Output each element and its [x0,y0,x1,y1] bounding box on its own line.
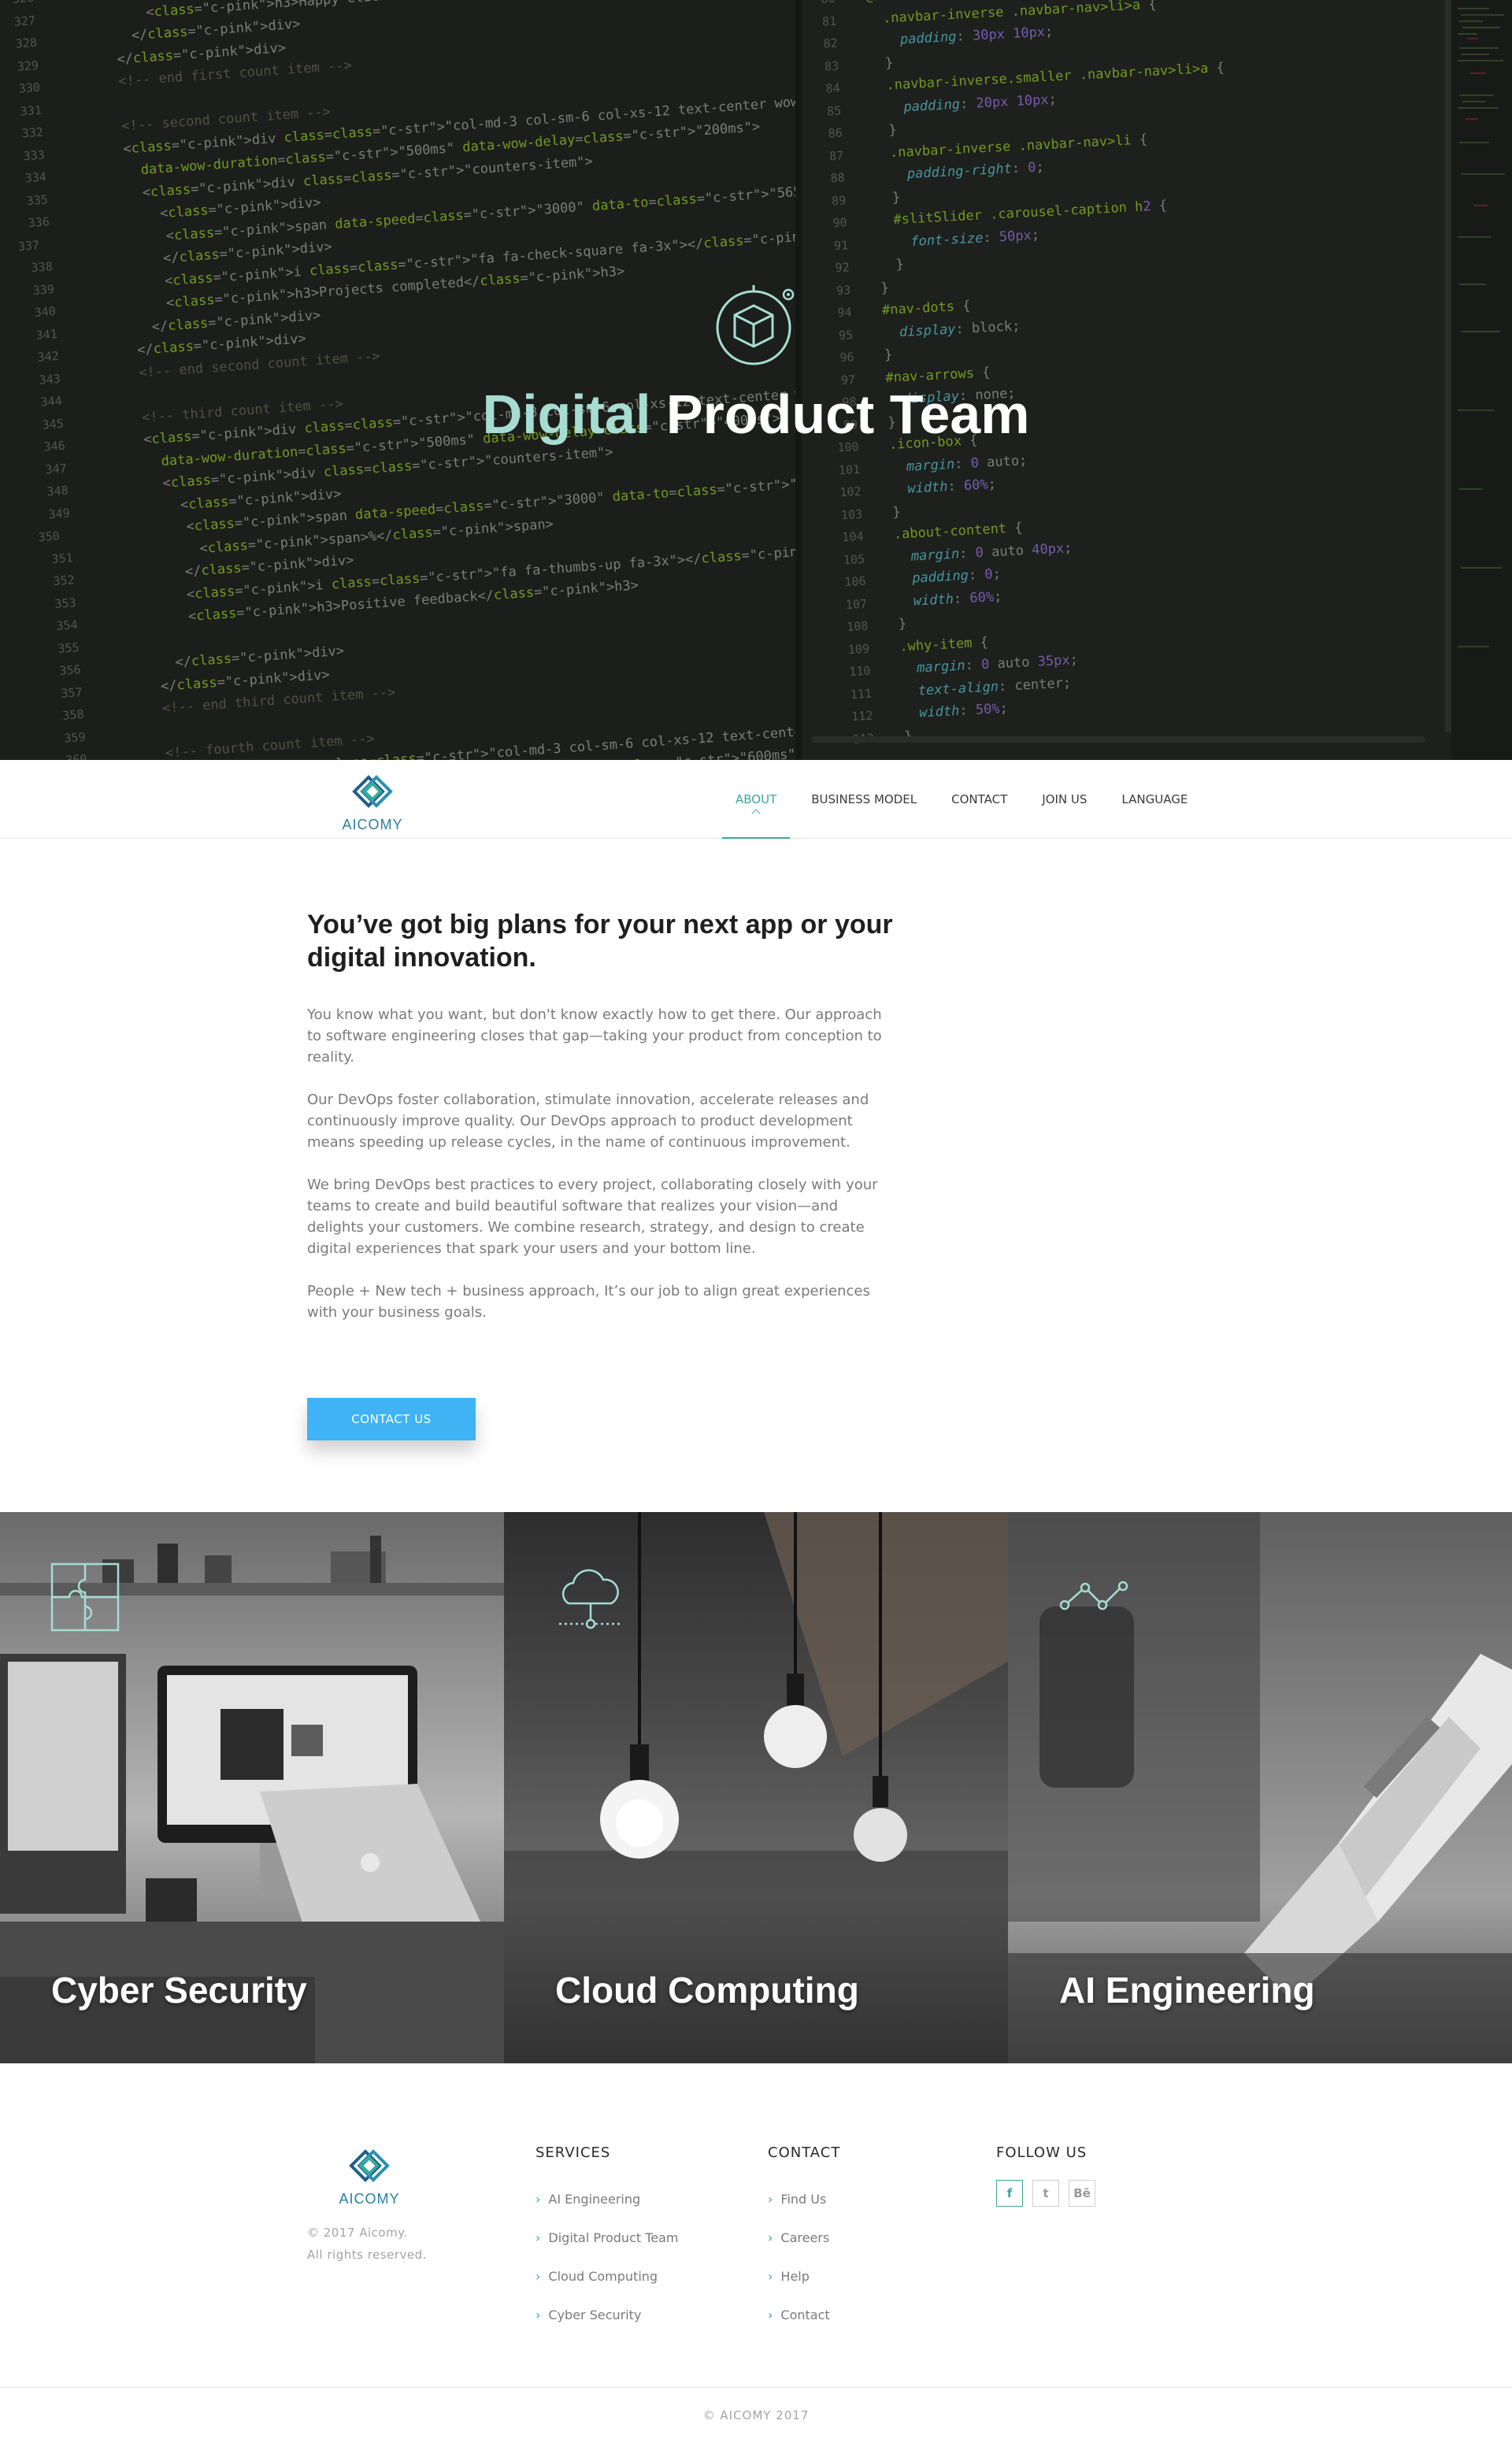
hero-overlay [0,0,1512,760]
footer-link-label: Contact [780,2307,830,2322]
service-tile-ai-engineering[interactable]: AI Engineering [1008,1512,1512,2063]
intro-paragraph: You know what you want, but don't know e… [307,1006,882,1066]
footer-link-label: Find Us [780,2192,827,2207]
footer-link-help[interactable]: › Help [768,2257,840,2296]
footer-divider [0,2387,1512,2388]
nav-item-label: BUSINESS MODEL [811,792,917,806]
tile-title: AI Engineering [1059,1970,1315,2011]
intro-section: You’ve got big plans for your next app o… [0,839,1512,1512]
footer-link-cyber-security[interactable]: › Cyber Security [536,2296,679,2334]
logo-text: AICOMY [342,817,403,832]
chevron-right-icon: › [768,2230,773,2245]
main-navbar: AICOMY ABOUT BUSINESS MODEL CONTACT JOIN… [0,760,1512,839]
logo-text: AICOMY [339,2191,400,2207]
footer-bottom-copyright: © AICOMY 2017 [702,2408,810,2422]
site-footer: AICOMY © 2017 Aicomy. All rights reserve… [0,2063,1512,2439]
nav-item-language[interactable]: LANGUAGE [1104,760,1205,839]
nav-item-label: JOIN US [1042,792,1088,806]
service-tile-cloud-computing[interactable]: Cloud Computing [504,1512,1008,2063]
tile-title: Cyber Security [51,1970,307,2011]
brand-logo[interactable]: AICOMY [339,768,406,832]
hero-title: Digital Product Team [0,383,1512,446]
nav-item-about[interactable]: ABOUT [718,760,794,839]
footer-follow-column: FOLLOW US f t Bē [996,2144,1095,2207]
chevron-up-icon [751,809,761,818]
twitter-icon[interactable]: t [1032,2180,1059,2207]
nav-item-label: LANGUAGE [1121,792,1188,806]
chevron-right-icon: › [536,2230,541,2245]
footer-link-cloud-computing[interactable]: › Cloud Computing [536,2257,679,2296]
footer-link-label: Digital Product Team [548,2230,679,2245]
network-icon [1059,1581,1128,1611]
facebook-icon[interactable]: f [996,2180,1023,2207]
footer-services-column: SERVICES › AI Engineering › Digital Produc… [536,2144,679,2334]
chevron-right-icon: › [536,2192,541,2207]
footer-rights: All rights reserved. [307,2248,427,2262]
footer-copyright: © 2017 Aicomy. [307,2226,408,2240]
behance-icon[interactable]: Bē [1069,2180,1095,2207]
chevron-right-icon: › [768,2192,773,2207]
chevron-right-icon: › [768,2269,773,2284]
intro-paragraph: We bring DevOps best practices to every … [307,1177,878,1257]
footer-link-digital-product-team[interactable]: › Digital Product Team [536,2218,679,2257]
footer-link-find-us[interactable]: › Find Us [768,2180,840,2218]
services-section: Cyber Security Cloud Computing AI Engine… [0,1512,1512,2063]
footer-heading: CONTACT [768,2144,841,2161]
puzzle-icon [50,1562,120,1632]
nav-item-business-model[interactable]: BUSINESS MODEL [794,760,934,839]
footer-heading: SERVICES [536,2144,611,2161]
logo-mark-icon [349,2149,390,2182]
contact-us-button[interactable]: CONTACT US [307,1398,476,1440]
cube-icon [716,285,795,365]
footer-link-label: Cloud Computing [548,2269,658,2284]
chevron-right-icon: › [536,2269,541,2284]
logo-mark-icon [352,775,393,808]
tile-title: Cloud Computing [555,1970,859,2011]
nav-item-label: CONTACT [951,792,1008,806]
footer-link-ai-engineering[interactable]: › AI Engineering [536,2180,679,2218]
chevron-right-icon: › [536,2307,541,2322]
footer-link-label: Careers [780,2230,830,2245]
intro-heading: You’ve got big plans for your next app o… [307,910,893,973]
nav-item-join-us[interactable]: JOIN US [1025,760,1104,839]
footer-link-label: Help [780,2269,810,2284]
footer-link-careers[interactable]: › Careers [768,2218,840,2257]
cloud-icon [559,1569,622,1629]
footer-logo[interactable]: AICOMY [335,2142,403,2207]
hero-section: 326 <class="c-pink">i class="fa fa-327 <… [0,0,1512,760]
footer-link-label: AI Engineering [548,2192,641,2207]
footer-link-label: Cyber Security [548,2307,642,2322]
footer-link-contact[interactable]: › Contact [768,2296,840,2334]
service-tile-cyber-security[interactable]: Cyber Security [0,1512,504,2063]
nav-menu: ABOUT BUSINESS MODEL CONTACT JOIN US LAN… [718,760,1205,839]
footer-contact-column: CONTACT › Find Us › Careers › Help › Contact [768,2144,840,2334]
nav-item-label: ABOUT [736,792,777,806]
footer-heading: FOLLOW US [996,2144,1088,2161]
nav-item-contact[interactable]: CONTACT [934,760,1025,839]
social-links: f t Bē [996,2180,1095,2207]
intro-paragraph: People + New tech + business approach, I… [307,1283,870,1321]
hero-title-rest: Product Team [650,384,1030,445]
intro-paragraph: Our DevOps foster collaboration, stimula… [307,1092,869,1151]
chevron-right-icon: › [768,2307,773,2322]
hero-title-accent: Digital [482,384,651,445]
